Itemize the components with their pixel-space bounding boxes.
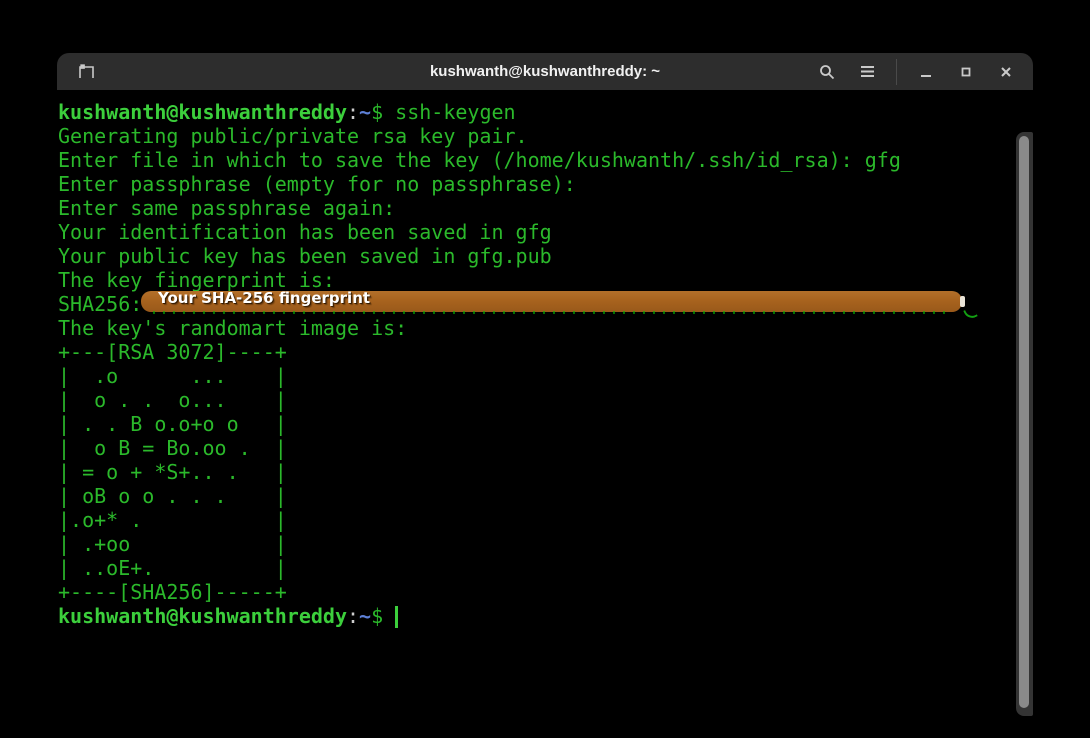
terminal-text-segment: $ [371,100,396,124]
terminal-line: Generating public/private rsa key pair. [58,124,1033,148]
terminal-lines: kushwanth@kushwanthreddy:~$ ssh-keygen Ge… [58,100,1033,628]
terminal-text-segment: ~ [359,604,372,628]
maximize-button[interactable] [949,58,983,86]
search-icon [819,64,835,80]
terminal-text-segment: +----[SHA256]-----+ [58,580,287,604]
terminal-line: kushwanth@kushwanthreddy:~$ ssh-keygen [58,100,1033,124]
terminal-line: | ..oE+. | [58,556,1033,580]
terminal-text-segment: kushwanth@kushwanthreddy [58,604,347,628]
terminal-line: Your public key has been saved in gfg.pu… [58,244,1033,268]
scrollbar[interactable] [1016,132,1033,716]
terminal-text-segment: : [346,604,360,628]
terminal-text-segment: | .+oo | [58,532,287,556]
terminal-text-segment: $ [371,604,396,628]
covered-text-remnant [960,296,965,307]
terminal-line: | o . . o... | [58,388,1033,412]
terminal-text-segment: | . . B o.o+o o | [58,412,287,436]
terminal-window: kushwanth@kushwanthreddy: ~ kushwanth@ku… [57,53,1033,716]
maximize-icon [959,65,973,79]
terminal-content[interactable]: kushwanth@kushwanthreddy:~$ ssh-keygen Ge… [57,90,1033,716]
terminal-text-segment: Generating public/private rsa key pair. [58,124,528,148]
titlebar: kushwanth@kushwanthreddy: ~ [57,53,1033,90]
terminal-line: kushwanth@kushwanthreddy:~$ [58,604,1033,628]
fingerprint-redaction-label: Your SHA-256 fingerprint [158,289,371,307]
terminal-line: The key's randomart image is: [58,316,1033,340]
terminal-line: Your identification has been saved in gf… [58,220,1033,244]
terminal-line: Enter passphrase (empty for no passphras… [58,172,1033,196]
close-button[interactable] [989,58,1023,86]
titlebar-divider [896,58,897,85]
minimize-button[interactable] [909,58,943,86]
covered-text-remnant [153,311,948,314]
terminal-text-segment: : [346,100,360,124]
scrollbar-thumb[interactable] [1019,136,1029,708]
terminal-text-segment: | = o + *S+.. . | [58,460,287,484]
terminal-text-segment: Enter file in which to save the key (/ho… [58,148,901,172]
terminal-text-segment: ~ [359,100,372,124]
terminal-text-segment: |.o+* . | [58,508,287,532]
new-tab-icon [78,64,95,79]
menu-button[interactable] [850,58,884,86]
terminal-line: Enter same passphrase again: [58,196,1033,220]
fingerprint-redaction-bar: Your SHA-256 fingerprint [141,289,978,321]
search-button[interactable] [810,58,844,86]
terminal-line: | o B = Bo.oo . | [58,436,1033,460]
close-icon [999,65,1013,79]
terminal-text-segment: ssh-keygen [395,100,516,124]
terminal-text-segment: | oB o o . . . | [58,484,287,508]
terminal-line: | . . B o.o+o o | [58,412,1033,436]
terminal-line: |.o+* . | [58,508,1033,532]
terminal-text-segment: | o B = Bo.oo . | [58,436,287,460]
terminal-line: | = o + *S+.. . | [58,460,1033,484]
terminal-line: | .+oo | [58,532,1033,556]
terminal-text-segment: Enter same passphrase again: [58,196,396,220]
terminal-line: | .o ... | [58,364,1033,388]
terminal-text-segment: Enter passphrase (empty for no passphras… [58,172,576,196]
terminal-line: +---[RSA 3072]----+ [58,340,1033,364]
terminal-line: Enter file in which to save the key (/ho… [58,148,1033,172]
terminal-line: | oB o o . . . | [58,484,1033,508]
terminal-text-segment: Your public key has been saved in gfg.pu… [58,244,552,268]
terminal-text-segment: | ..oE+. | [58,556,287,580]
menu-icon [860,65,875,78]
terminal-cursor [395,606,399,628]
terminal-text-segment: kushwanth@kushwanthreddy [58,100,347,124]
terminal-line: +----[SHA256]-----+ [58,580,1033,604]
terminal-text-segment: | o . . o... | [58,388,287,412]
terminal-text-segment: | .o ... | [58,364,287,388]
terminal-text-segment: SHA256: [58,292,143,316]
terminal-text-segment: +---[RSA 3072]----+ [58,340,287,364]
minimize-icon [919,65,933,79]
terminal-text-segment: Your identification has been saved in gf… [58,220,552,244]
new-tab-button[interactable] [69,58,103,86]
terminal-text-segment: The key's randomart image is: [58,316,408,340]
